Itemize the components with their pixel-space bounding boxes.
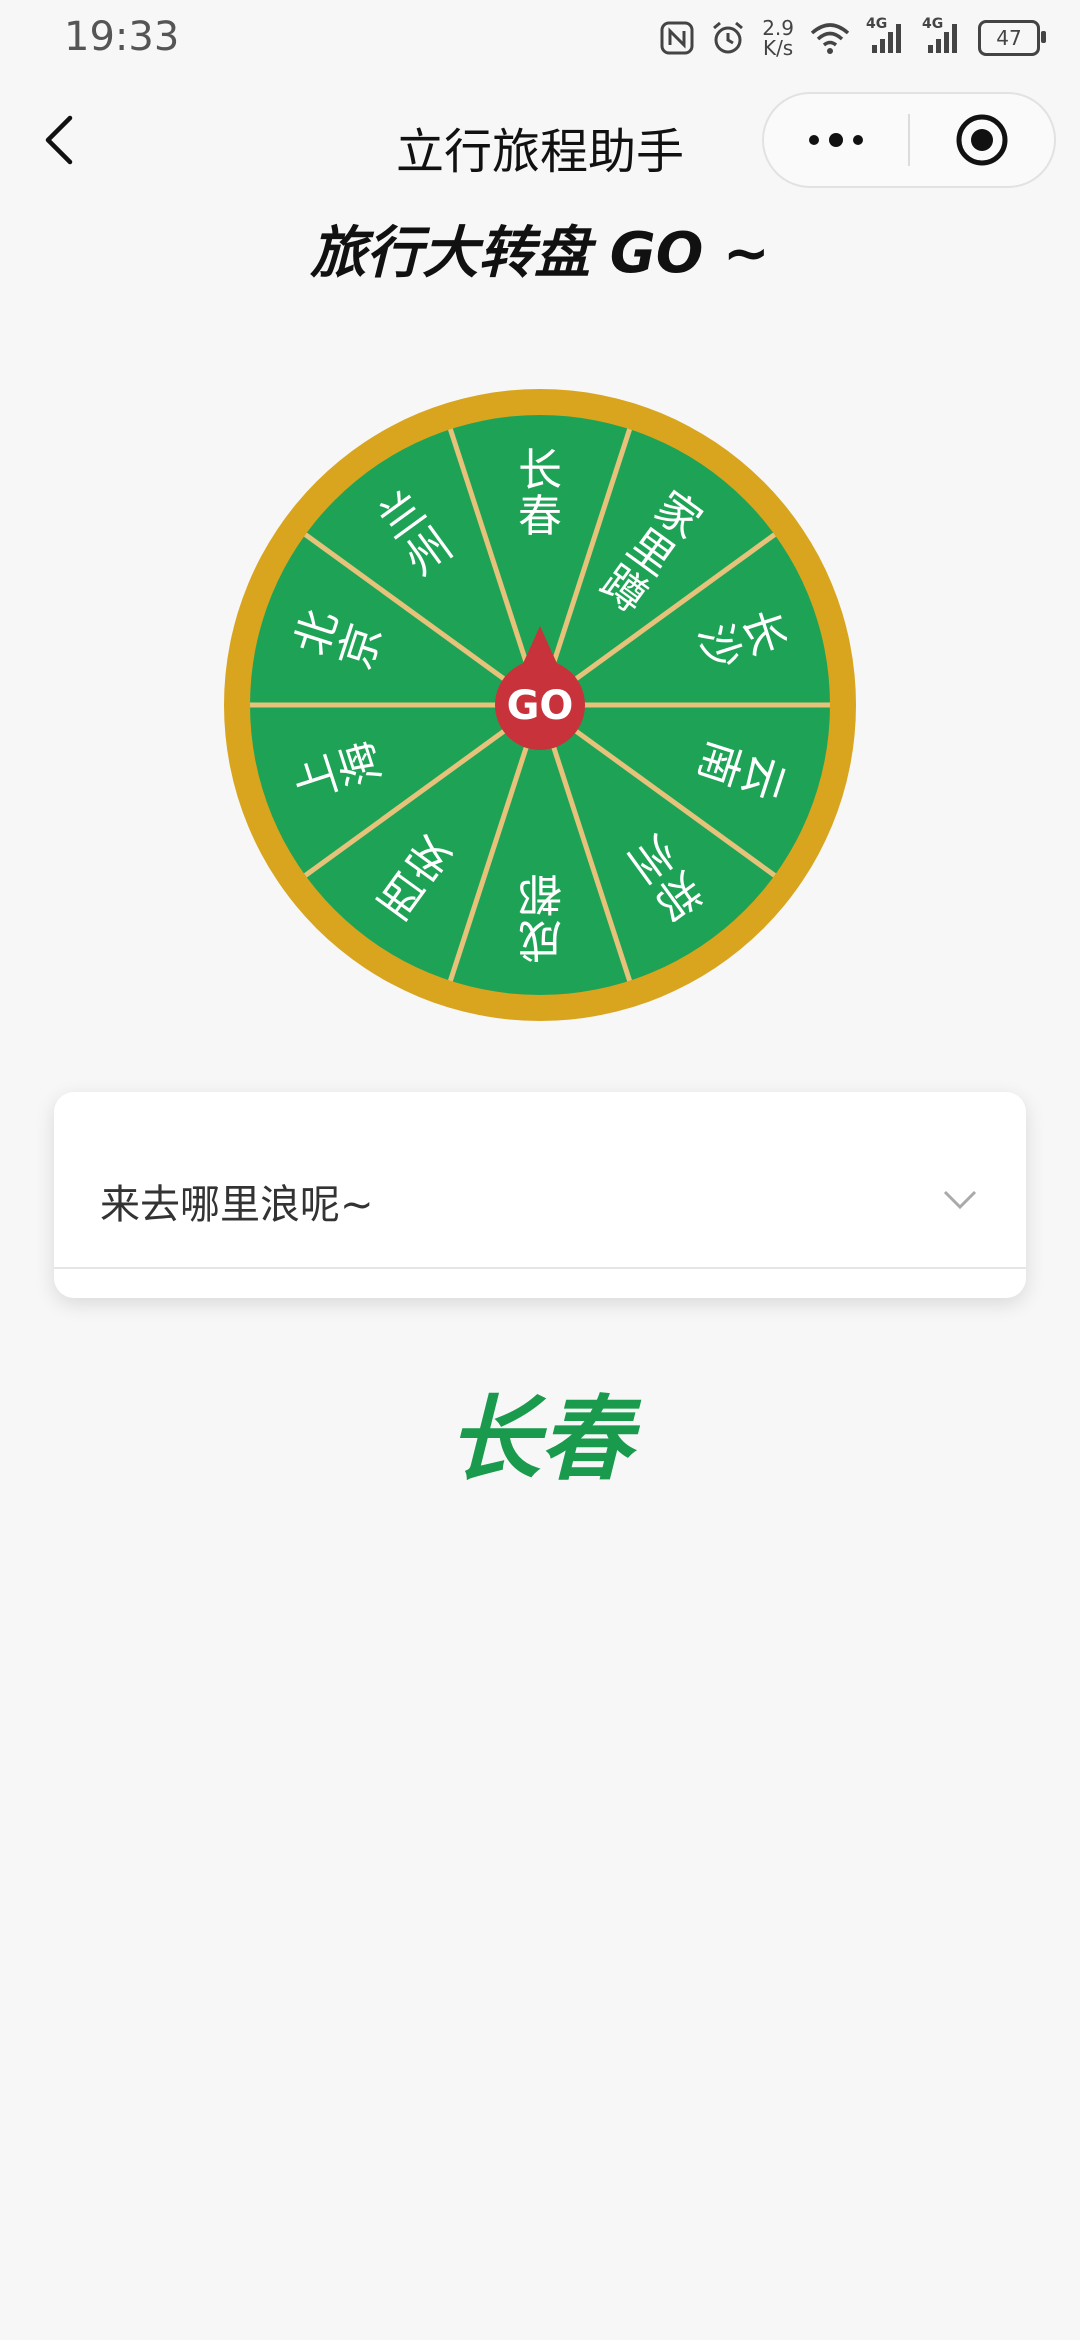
network-speed-value: 2.9 [762,16,794,40]
spin-result: 长春 [447,1386,632,1493]
signal-4g-icon: 4G [866,16,906,58]
status-time: 19:33 [64,14,180,60]
close-button[interactable] [910,94,1054,186]
network-speed-unit: K/s [762,36,794,60]
nfc-icon [660,18,694,58]
wheel-segment: 长春 [518,445,562,542]
wheel-graphic: 长春 家里蹲长沙云南郑州成都西安上海北京兰州 GO [224,389,856,1021]
wifi-icon [810,18,850,58]
go-label: GO [507,683,574,729]
nav-bar: 立行旅程助手 [0,90,1080,190]
wheel-segment-label: 长春 [518,445,562,542]
dropdown-label: 来去哪里浪呢~ [100,1182,374,1228]
prize-wheel: 长春 家里蹲 长沙 云南 郑州 成都 西安 上海 北京 兰州 GO [223,388,857,1022]
battery-icon: 47 [978,20,1046,56]
target-close-icon [956,114,1008,166]
dropdown-divider [54,1267,1026,1269]
signal-1-label: 4G [866,16,888,32]
signal-2-label: 4G [922,16,944,32]
network-speed: 2.9 K/s [762,18,794,58]
more-dots-icon [809,133,863,147]
mini-program-capsule [762,92,1056,188]
wheel-segment: 成都 [518,868,562,965]
alarm-icon [710,18,746,58]
wheel-segment-label: 成都 [518,868,562,965]
game-heading: 旅行大转盘 GO ~ [310,221,770,286]
battery-level: 47 [996,26,1022,50]
status-icons: 2.9 K/s 4G 4G 47 [660,16,1046,60]
status-bar: 19:33 2.9 K/s 4G 4G 47 [0,0,1080,80]
signal-4g-icon-2: 4G [922,16,962,58]
more-button[interactable] [764,94,908,186]
chevron-down-icon [938,1178,982,1222]
destination-dropdown[interactable]: 来去哪里浪呢~ [54,1092,1026,1298]
